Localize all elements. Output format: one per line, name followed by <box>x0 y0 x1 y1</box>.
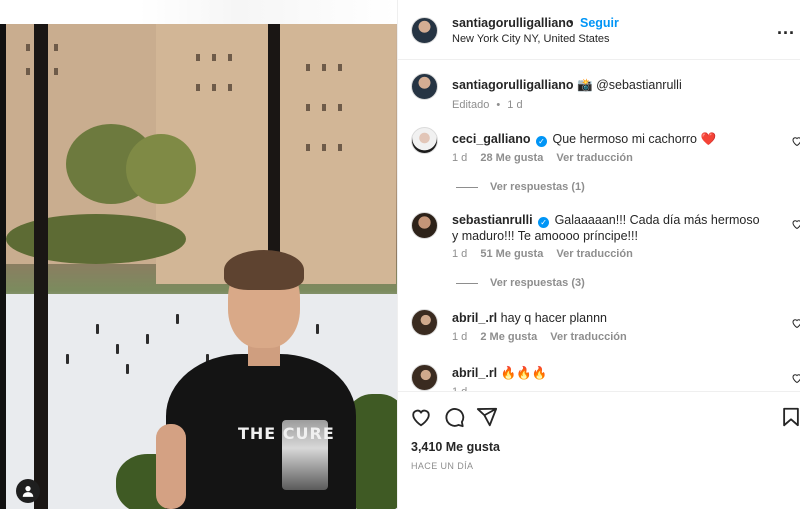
separator-dot: • <box>569 15 574 29</box>
more-options-icon[interactable]: ... <box>777 18 795 39</box>
heart-icon[interactable] <box>410 406 432 428</box>
comment-avatar[interactable] <box>411 127 438 154</box>
comment-time[interactable]: 1 d <box>452 152 467 164</box>
user-tag-icon[interactable] <box>16 479 40 503</box>
comment-like-icon[interactable] <box>791 317 800 329</box>
comment-meta: 1 d 2 Me gusta Ver traducción <box>452 331 637 343</box>
post-side-panel: santiagorulligalliano • Seguir New York … <box>397 0 800 509</box>
comment-likes[interactable]: 28 Me gusta <box>480 152 543 164</box>
comment-text-line: ceci_galliano ✓ Que hermoso mi cachorro … <box>452 131 762 147</box>
bookmark-icon[interactable] <box>780 406 800 428</box>
post-actions: 3,410 Me gusta HACE UN DÍA <box>398 391 800 509</box>
post-header: santiagorulligalliano • Seguir New York … <box>398 0 800 60</box>
post-photo[interactable]: THE CURE <box>6 24 397 509</box>
follow-button[interactable]: Seguir <box>580 16 619 30</box>
view-replies-label: Ver respuestas (3) <box>490 277 585 289</box>
comment-like-icon[interactable] <box>791 372 800 384</box>
caption-username[interactable]: santiagorulligalliano <box>452 78 574 92</box>
comment-username[interactable]: abril_.rl <box>452 311 497 325</box>
comment-text-line: abril_.rl hay q hacer plannn <box>452 310 762 326</box>
comment-text: hay q hacer plannn <box>500 311 607 325</box>
camera-emoji: 📸 <box>577 78 593 92</box>
caption-meta: Editado • 1 d <box>452 99 533 111</box>
comment-avatar[interactable] <box>411 309 438 336</box>
caption-avatar[interactable] <box>411 73 438 100</box>
comment-icon[interactable] <box>443 406 465 428</box>
verified-badge-icon: ✓ <box>538 217 550 228</box>
comment-time[interactable]: 1 d <box>452 331 467 343</box>
caption-separator: • <box>496 99 501 111</box>
view-replies-button[interactable]: Ver respuestas (1) <box>456 181 585 193</box>
comment-likes[interactable]: 51 Me gusta <box>480 248 543 260</box>
post-date[interactable]: HACE UN DÍA <box>411 461 473 471</box>
post-photo-area: THE CURE <box>0 0 397 509</box>
comment-avatar[interactable] <box>411 212 438 239</box>
comment-text-line: abril_.rl 🔥🔥🔥 <box>452 365 762 381</box>
comment-text: Que hermoso mi cachorro <box>552 132 697 146</box>
translate-link[interactable]: Ver traducción <box>556 152 632 164</box>
comment-likes[interactable]: 2 Me gusta <box>480 331 537 343</box>
caption-time[interactable]: 1 d <box>507 99 522 111</box>
caption-text[interactable]: @sebastianrulli <box>596 78 682 92</box>
heart-emoji: ❤️ <box>700 132 717 146</box>
comment-like-icon[interactable] <box>791 218 800 230</box>
likes-count[interactable]: 3,410 Me gusta <box>411 440 500 454</box>
verified-badge-icon: ✓ <box>536 136 547 147</box>
caption-text-line: santiagorulligalliano 📸 @sebastianrulli <box>452 77 762 93</box>
comment-username[interactable]: abril_.rl <box>452 366 497 380</box>
comment-username[interactable]: sebastianrulli <box>452 213 533 227</box>
comment-time[interactable]: 1 d <box>452 248 467 260</box>
translate-link[interactable]: Ver traducción <box>556 248 632 260</box>
author-username[interactable]: santiagorulligalliano <box>452 16 574 30</box>
comment-meta: 1 d 28 Me gusta Ver traducción <box>452 152 643 164</box>
comment-username[interactable]: ceci_galliano <box>452 132 531 146</box>
shirt-print: THE CURE <box>238 424 335 443</box>
comments-list: santiagorulligalliano 📸 @sebastianrulli … <box>398 61 800 391</box>
comment-meta: 1 d 51 Me gusta Ver traducción <box>452 248 643 260</box>
comment-text-line: sebastianrulli ✓ Galaaaaan!!! Cada día m… <box>452 212 762 244</box>
post-location[interactable]: New York City NY, United States <box>452 33 610 45</box>
comment-text: 🔥🔥🔥 <box>500 366 548 380</box>
comment-avatar[interactable] <box>411 364 438 391</box>
view-replies-label: Ver respuestas (1) <box>490 181 585 193</box>
view-replies-button[interactable]: Ver respuestas (3) <box>456 277 585 289</box>
caption-edited: Editado <box>452 99 490 111</box>
comment-like-icon[interactable] <box>791 135 800 147</box>
photo-top-strip <box>0 0 397 24</box>
translate-link[interactable]: Ver traducción <box>550 331 626 343</box>
author-avatar[interactable] <box>411 17 438 44</box>
share-icon[interactable] <box>476 406 498 428</box>
